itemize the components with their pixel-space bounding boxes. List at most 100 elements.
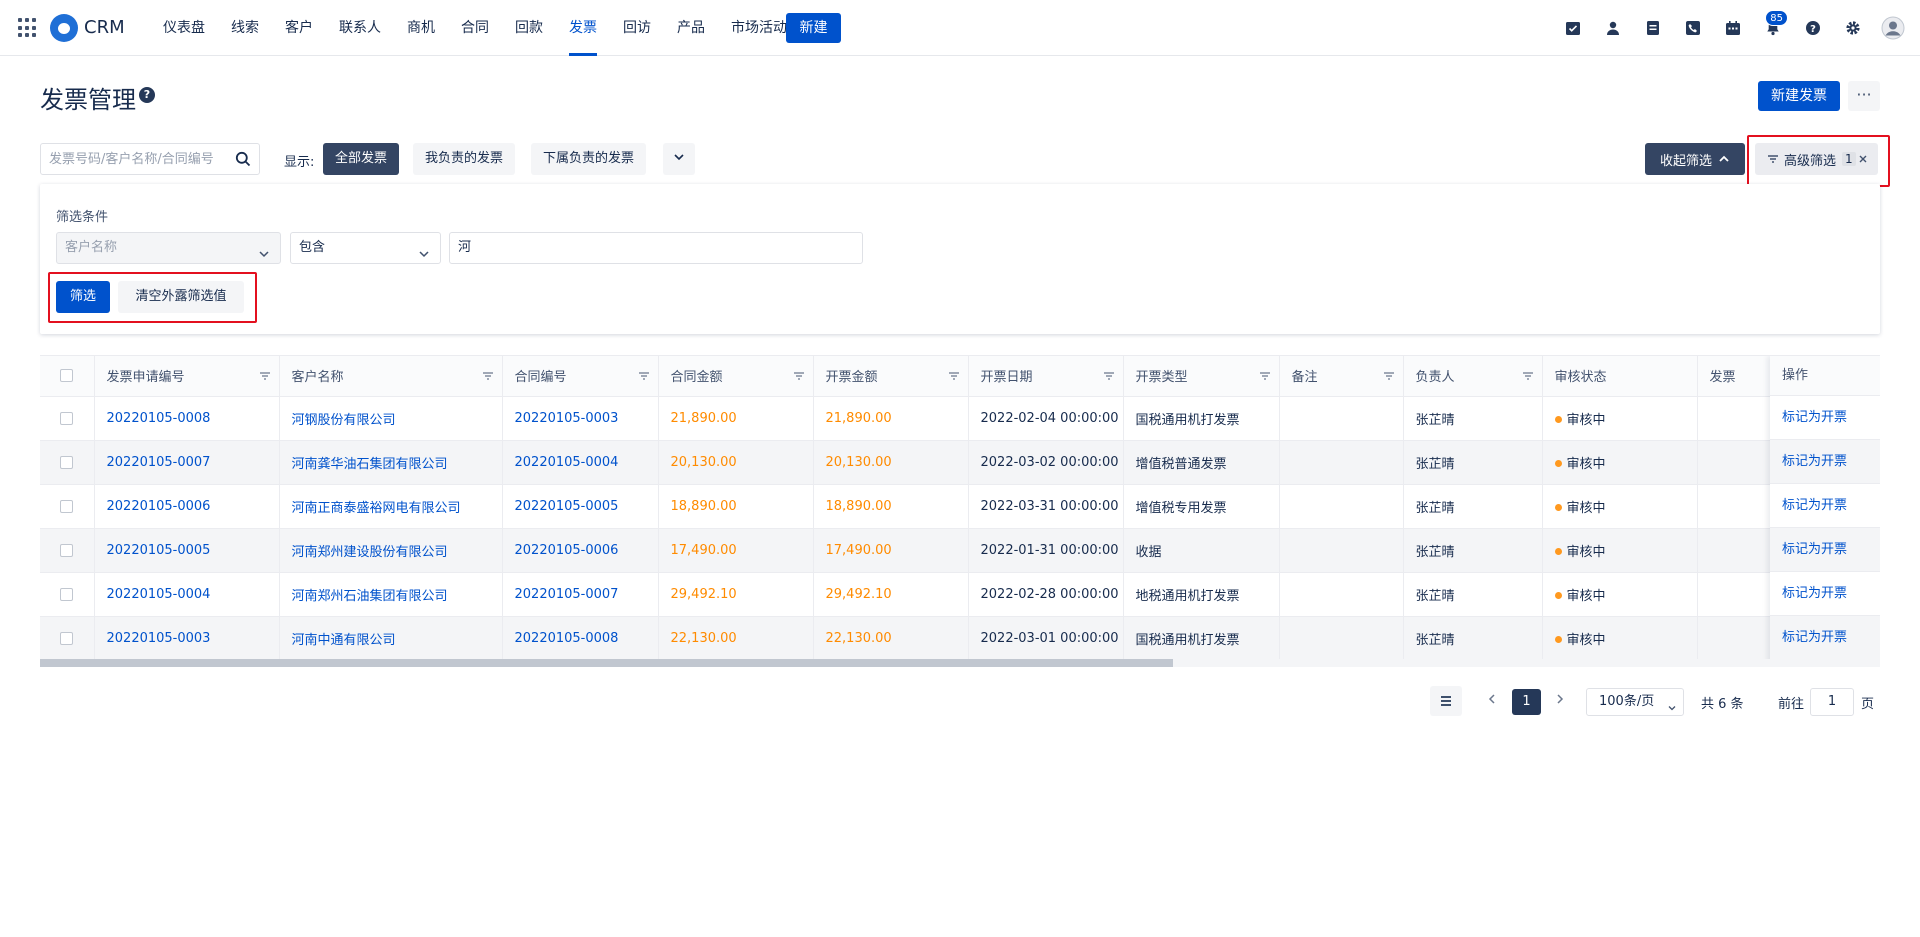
filter-operator-select[interactable]: 包含 bbox=[290, 232, 441, 264]
note-icon[interactable] bbox=[1638, 14, 1668, 42]
more-actions-button[interactable]: ··· bbox=[1848, 81, 1880, 111]
nav-item-customers[interactable]: 客户 bbox=[277, 0, 321, 56]
mark-invoiced-link[interactable]: 标记为开票 bbox=[1782, 454, 1847, 469]
table-row[interactable]: 20220105-0008 河钢股份有限公司 20220105-0003 21,890… bbox=[40, 396, 1798, 441]
column-header[interactable]: 开票日期 bbox=[968, 356, 1124, 397]
prev-page-button[interactable] bbox=[1482, 686, 1502, 716]
advanced-filter-button[interactable]: 高级筛选 1 bbox=[1755, 143, 1878, 175]
table-row[interactable]: 20220105-0005 河南郑州建设股份有限公司 20220105-0006 17… bbox=[40, 528, 1798, 573]
filter-value-input[interactable]: 河 bbox=[449, 232, 863, 264]
tab-my-invoices[interactable]: 我负责的发票 bbox=[413, 143, 516, 175]
table-row[interactable]: 20220105-0007 河南龚华油石集团有限公司 20220105-0004 20… bbox=[40, 440, 1798, 485]
column-header[interactable]: 客户名称 bbox=[279, 356, 503, 397]
filter-icon[interactable] bbox=[1522, 370, 1534, 386]
apps-grid-icon[interactable] bbox=[18, 18, 38, 38]
mark-invoiced-link[interactable]: 标记为开票 bbox=[1782, 630, 1847, 645]
column-header[interactable]: 备注 bbox=[1279, 356, 1404, 397]
customer-name-link[interactable]: 河南郑州石油集团有限公司 bbox=[292, 589, 448, 604]
nav-item-leads[interactable]: 线索 bbox=[223, 0, 267, 56]
column-header[interactable]: 合同编号 bbox=[502, 356, 659, 397]
filter-field-select[interactable]: 客户名称 bbox=[56, 232, 281, 264]
contract-number-link[interactable]: 20220105-0005 bbox=[515, 499, 619, 514]
nav-item-opportunities[interactable]: 商机 bbox=[399, 0, 443, 56]
next-page-button[interactable] bbox=[1550, 686, 1570, 716]
invoice-number-link[interactable]: 20220105-0004 bbox=[107, 587, 211, 602]
mark-invoiced-link[interactable]: 标记为开票 bbox=[1782, 498, 1847, 513]
column-header[interactable]: 发票申请编号 bbox=[94, 356, 280, 397]
page-size-select[interactable]: 100条/页 bbox=[1586, 688, 1684, 716]
nav-item-invoices[interactable]: 发票 bbox=[561, 0, 605, 56]
checkbox[interactable] bbox=[60, 411, 73, 425]
table-row[interactable]: 20220105-0006 河南正商泰盛裕网电有限公司 20220105-0005 1… bbox=[40, 484, 1798, 529]
nav-item-products[interactable]: 产品 bbox=[669, 0, 713, 56]
clear-filter-button[interactable]: 清空外露筛选值 bbox=[118, 281, 244, 313]
customer-name-link[interactable]: 河南正商泰盛裕网电有限公司 bbox=[292, 501, 461, 516]
checkbox[interactable] bbox=[60, 499, 73, 513]
filter-icon[interactable] bbox=[1103, 370, 1115, 386]
settings-icon[interactable] bbox=[1838, 14, 1868, 42]
checkbox[interactable] bbox=[60, 369, 73, 383]
search-input[interactable] bbox=[41, 144, 221, 174]
table-row[interactable]: 20220105-0003 河南中通有限公司 20220105-0008 22,130… bbox=[40, 616, 1798, 661]
filter-icon[interactable] bbox=[1259, 370, 1271, 386]
help-icon[interactable]: ? bbox=[1798, 14, 1828, 42]
filter-icon[interactable] bbox=[948, 370, 960, 386]
customer-name-link[interactable]: 河南中通有限公司 bbox=[292, 633, 396, 648]
search-icon[interactable] bbox=[235, 151, 251, 171]
nav-item-contracts[interactable]: 合同 bbox=[453, 0, 497, 56]
filter-icon[interactable] bbox=[259, 370, 271, 386]
contract-number-link[interactable]: 20220105-0004 bbox=[515, 455, 619, 470]
scrollbar-thumb[interactable] bbox=[40, 659, 1173, 667]
title-help-icon[interactable]: ? bbox=[139, 87, 155, 103]
calendar-icon[interactable] bbox=[1718, 14, 1748, 42]
nav-item-payments[interactable]: 回款 bbox=[507, 0, 551, 56]
list-view-icon[interactable] bbox=[1430, 686, 1462, 716]
mark-invoiced-link[interactable]: 标记为开票 bbox=[1782, 542, 1847, 557]
column-header[interactable]: 审核状态 bbox=[1542, 356, 1698, 397]
customer-name-link[interactable]: 河南郑州建设股份有限公司 bbox=[292, 545, 448, 560]
checkbox[interactable] bbox=[60, 631, 73, 645]
customer-name-link[interactable]: 河钢股份有限公司 bbox=[292, 413, 396, 428]
contract-number-link[interactable]: 20220105-0008 bbox=[515, 631, 619, 646]
avatar-icon[interactable] bbox=[1878, 14, 1908, 42]
invoice-number-link[interactable]: 20220105-0006 bbox=[107, 499, 211, 514]
page-number-current[interactable]: 1 bbox=[1512, 689, 1541, 715]
invoice-number-link[interactable]: 20220105-0007 bbox=[107, 455, 211, 470]
filter-icon[interactable] bbox=[1383, 370, 1395, 386]
table-row[interactable]: 20220105-0004 河南郑州石油集团有限公司 20220105-0007 29… bbox=[40, 572, 1798, 617]
filter-icon[interactable] bbox=[793, 370, 805, 386]
nav-item-dashboard[interactable]: 仪表盘 bbox=[155, 0, 213, 56]
brand-name[interactable]: CRM bbox=[84, 17, 125, 38]
apply-filter-button[interactable]: 筛选 bbox=[56, 281, 110, 313]
column-header[interactable]: 负责人 bbox=[1403, 356, 1543, 397]
tab-subordinate-invoices[interactable]: 下属负责的发票 bbox=[531, 143, 647, 175]
filter-icon[interactable] bbox=[638, 370, 650, 386]
horizontal-scrollbar[interactable] bbox=[40, 659, 1880, 667]
invoice-number-link[interactable]: 20220105-0003 bbox=[107, 631, 211, 646]
nav-item-campaigns[interactable]: 市场活动 bbox=[723, 0, 795, 56]
mark-invoiced-link[interactable]: 标记为开票 bbox=[1782, 410, 1847, 425]
view-dropdown[interactable] bbox=[663, 143, 695, 175]
checkbox[interactable] bbox=[60, 455, 73, 469]
nav-item-contacts[interactable]: 联系人 bbox=[331, 0, 389, 56]
filter-icon[interactable] bbox=[482, 370, 494, 386]
contract-number-link[interactable]: 20220105-0006 bbox=[515, 543, 619, 558]
column-header[interactable]: 合同金额 bbox=[658, 356, 814, 397]
contract-number-link[interactable]: 20220105-0007 bbox=[515, 587, 619, 602]
nav-new-button[interactable]: 新建 bbox=[786, 13, 841, 43]
mark-invoiced-link[interactable]: 标记为开票 bbox=[1782, 586, 1847, 601]
nav-item-visits[interactable]: 回访 bbox=[615, 0, 659, 56]
checkbox[interactable] bbox=[60, 587, 73, 601]
crm-logo[interactable] bbox=[50, 14, 78, 42]
phone-icon[interactable] bbox=[1678, 14, 1708, 42]
collapse-filter-button[interactable]: 收起筛选 bbox=[1645, 143, 1745, 175]
customer-name-link[interactable]: 河南龚华油石集团有限公司 bbox=[292, 457, 448, 472]
invoice-number-link[interactable]: 20220105-0008 bbox=[107, 411, 211, 426]
invoice-number-link[interactable]: 20220105-0005 bbox=[107, 543, 211, 558]
column-header[interactable]: 开票金额 bbox=[813, 356, 969, 397]
goto-page-input[interactable]: 1 bbox=[1810, 688, 1854, 716]
checkbox[interactable] bbox=[60, 543, 73, 557]
column-header[interactable]: 开票类型 bbox=[1123, 356, 1280, 397]
contact-icon[interactable] bbox=[1598, 14, 1628, 42]
tab-all-invoices[interactable]: 全部发票 bbox=[323, 143, 400, 175]
